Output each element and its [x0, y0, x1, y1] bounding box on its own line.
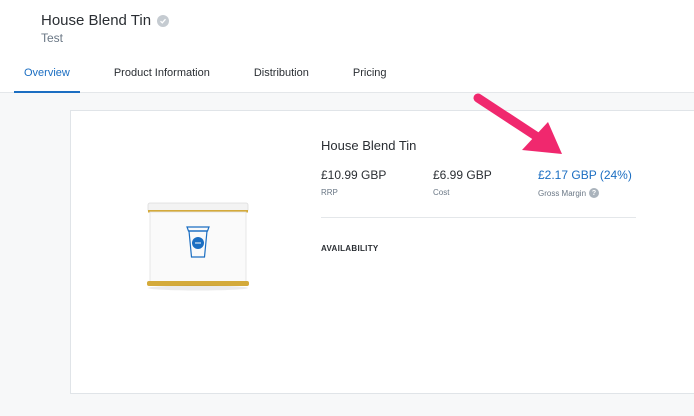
title-row: House Blend Tin [41, 12, 170, 29]
tab-distribution[interactable]: Distribution [244, 64, 319, 92]
cost-value: £6.99 GBP [433, 168, 492, 182]
page-subtitle: Test [41, 31, 64, 45]
page-header: House Blend Tin Test Overview Product In… [0, 0, 694, 93]
gross-margin-label: Gross Margin ? [538, 188, 632, 198]
availability-heading: AVAILABILITY [321, 244, 379, 253]
product-overview-card: House Blend Tin £10.99 GBP RRP £6.99 GBP… [70, 110, 694, 394]
cost-label: Cost [433, 188, 450, 197]
tab-bar: Overview Product Information Distributio… [14, 64, 421, 93]
question-mark-icon[interactable]: ? [589, 188, 600, 198]
cost-block: £6.99 GBP Cost [433, 168, 492, 197]
product-image [147, 202, 249, 291]
product-name: House Blend Tin [321, 138, 417, 153]
gross-margin-value: £2.17 GBP (24%) [538, 168, 632, 182]
check-badge-icon [157, 14, 170, 27]
tab-product-information[interactable]: Product Information [104, 64, 220, 92]
rrp-label: RRP [321, 188, 338, 197]
rrp-value: £10.99 GBP [321, 168, 387, 182]
page-title: House Blend Tin [41, 12, 152, 29]
tab-overview[interactable]: Overview [14, 64, 80, 93]
rrp-block: £10.99 GBP RRP [321, 168, 386, 197]
section-divider [321, 217, 636, 218]
gross-margin-block: £2.17 GBP (24%) Gross Margin ? [538, 168, 632, 198]
tab-pricing[interactable]: Pricing [343, 64, 397, 92]
